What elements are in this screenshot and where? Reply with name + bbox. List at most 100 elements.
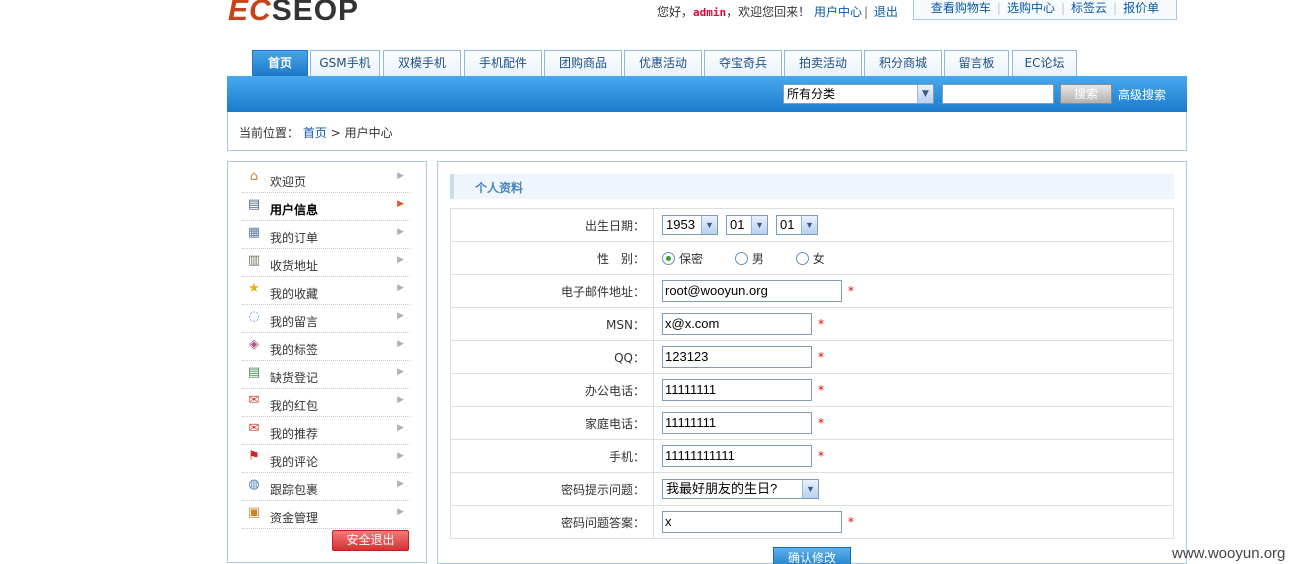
gender-radio-female[interactable] (795, 251, 809, 265)
sidebar-item-favorites[interactable]: ★ 我的收藏 ▶ (242, 277, 410, 305)
nav-tab-message-board[interactable]: 留言板 (944, 50, 1009, 76)
link-divider: | (996, 1, 1001, 15)
qq-label: QQ： (450, 340, 654, 374)
sidebar-item-out-of-stock[interactable]: ▤ 缺货登记 ▶ (242, 361, 410, 389)
office-phone-field[interactable]: 11111111 (662, 379, 812, 401)
msn-field[interactable]: x@x.com (662, 313, 812, 335)
birth-month-select[interactable]: 01 ▼ (726, 215, 768, 235)
quote-list-link[interactable]: 报价单 (1123, 1, 1159, 15)
required-mark: * (818, 449, 824, 463)
chevron-right-icon: ▶ (397, 479, 404, 489)
link-divider: | (1113, 1, 1118, 15)
sidebar-item-label: 我的红包 (270, 399, 319, 413)
required-mark: * (818, 317, 824, 331)
qq-field[interactable]: 123123 (662, 346, 812, 368)
nav-tab-ec-forum[interactable]: EC论坛 (1012, 50, 1077, 76)
sidebar-item-tags[interactable]: ◈ 我的标签 ▶ (242, 333, 410, 361)
sidebar-item-label: 我的推荐 (270, 427, 319, 441)
form-row-office-phone: 办公电话： 11111111 * (450, 373, 1174, 407)
sidebar-item-track-package[interactable]: ◍ 跟踪包裹 ▶ (242, 473, 410, 501)
sidebar-item-user-info[interactable]: ▤ 用户信息 ▶ (242, 193, 410, 221)
tag-cloud-link[interactable]: 标签云 (1071, 1, 1107, 15)
sidebar-item-label: 我的标签 (270, 343, 319, 357)
home-phone-field[interactable]: 11111111 (662, 412, 812, 434)
wallet-icon: ▣ (247, 505, 261, 520)
form-row-birthday: 出生日期： 1953 ▼ 01 ▼ 01 ▼ (450, 208, 1174, 242)
nav-tab-phone-accessories[interactable]: 手机配件 (464, 50, 542, 76)
security-answer-label: 密码问题答案： (450, 505, 654, 539)
search-button[interactable]: 搜索 (1060, 84, 1112, 104)
link-separator: | (864, 5, 869, 19)
logo-seo-text: SEOP (271, 0, 360, 27)
sidebar-item-addresses[interactable]: ▥ 收货地址 ▶ (242, 249, 410, 277)
breadcrumb-home-link[interactable]: 首页 (303, 126, 327, 140)
birth-year-value: 1953 (666, 217, 695, 232)
required-mark: * (818, 416, 824, 430)
sidebar-item-label: 我的留言 (270, 315, 319, 329)
gender-option-label: 女 (812, 251, 825, 266)
security-answer-field[interactable]: x (662, 511, 842, 533)
chevron-right-icon: ▶ (397, 255, 404, 265)
security-question-select[interactable]: 我最好朋友的生日? ▼ (662, 479, 819, 499)
speech-bubble-icon: ◌ (248, 309, 260, 324)
breadcrumb-prefix: 当前位置： (239, 126, 300, 140)
form-row-security-answer: 密码问题答案： x * (450, 505, 1174, 539)
search-input[interactable] (942, 84, 1054, 104)
category-select[interactable]: 所有分类 ▼ (783, 84, 934, 104)
logout-link[interactable]: 退出 (874, 5, 898, 19)
sidebar-item-messages[interactable]: ◌ 我的留言 ▶ (242, 305, 410, 333)
sidebar-item-red-packets[interactable]: ✉ 我的红包 ▶ (242, 389, 410, 417)
email-label: 电子邮件地址： (450, 274, 654, 308)
chevron-right-icon: ▶ (397, 283, 404, 293)
sidebar-item-funds[interactable]: ▣ 资金管理 ▶ (242, 501, 410, 529)
shopping-center-link[interactable]: 选购中心 (1007, 1, 1055, 15)
nav-tab-promotions[interactable]: 优惠活动 (624, 50, 702, 76)
chevron-right-icon: ▶ (397, 171, 404, 181)
sidebar-item-label: 跟踪包裹 (270, 483, 319, 497)
category-select-value: 所有分类 (787, 87, 836, 101)
sidebar-item-welcome[interactable]: ⌂ 欢迎页 ▶ (242, 165, 410, 193)
watermark: www.wooyun.org (1172, 545, 1286, 562)
confirm-update-button[interactable]: 确认修改 (773, 547, 851, 564)
sidebar-item-label: 缺货登记 (270, 371, 319, 385)
nav-tab-gsm-phones[interactable]: GSM手机 (310, 50, 380, 76)
gender-radio-male[interactable] (734, 251, 748, 265)
mobile-field[interactable]: 11111111111 (662, 445, 812, 467)
chevron-down-icon: ▼ (917, 85, 933, 103)
header-user-links: 您好，admin，欢迎您回来！ 用户中心 | 退出 (657, 3, 898, 20)
nav-tab-points-mall[interactable]: 积分商城 (864, 50, 942, 76)
link-divider: | (1060, 1, 1066, 15)
email-field[interactable]: root@wooyun.org (662, 280, 842, 302)
username: admin (693, 6, 727, 19)
chevron-right-icon: ▶ (397, 199, 404, 209)
nav-tab-auctions[interactable]: 拍卖活动 (784, 50, 862, 76)
gender-radio-secret[interactable] (662, 251, 675, 265)
form-row-msn: MSN： x@x.com * (450, 307, 1174, 341)
user-center-link[interactable]: 用户中心 (814, 5, 862, 19)
nav-tab-dual-mode-phones[interactable]: 双模手机 (383, 50, 461, 76)
sidebar-item-comments[interactable]: ⚑ 我的评论 ▶ (242, 445, 410, 473)
nav-tab-treasure-hunt[interactable]: 夺宝奇兵 (704, 50, 782, 76)
chevron-right-icon: ▶ (397, 367, 404, 377)
sidebar-item-orders[interactable]: ▦ 我的订单 ▶ (242, 221, 410, 249)
sidebar-item-recommendations[interactable]: ✉ 我的推荐 ▶ (242, 417, 410, 445)
birth-year-select[interactable]: 1953 ▼ (662, 215, 718, 235)
home-icon: ⌂ (249, 169, 259, 184)
safe-logout-button[interactable]: 安全退出 (332, 530, 409, 551)
chevron-right-icon: ▶ (397, 227, 404, 237)
birth-day-select[interactable]: 01 ▼ (776, 215, 818, 235)
required-mark: * (848, 515, 854, 529)
chevron-down-icon: ▼ (801, 216, 817, 234)
recommend-icon: ✉ (248, 421, 260, 436)
form-row-mobile: 手机： 11111111111 * (450, 439, 1174, 473)
advanced-search-link[interactable]: 高级搜索 (1118, 86, 1166, 103)
user-sidebar: ⌂ 欢迎页 ▶ ▤ 用户信息 ▶ ▦ 我的订单 ▶ ▥ 收货地址 ▶ ★ 我的收藏 ▶ ◌ 我的留言 ▶… (227, 161, 427, 563)
view-cart-link[interactable]: 查看购物车 (931, 1, 991, 15)
order-document-icon: ▦ (247, 225, 261, 240)
nav-tab-group-buy[interactable]: 团购商品 (544, 50, 622, 76)
gender-option-label: 男 (751, 251, 764, 266)
nav-tab-home[interactable]: 首页 (252, 50, 308, 76)
package-track-icon: ◍ (248, 477, 260, 492)
birthday-label: 出生日期： (450, 208, 654, 242)
site-logo[interactable]: ECSEOP (228, 0, 359, 28)
